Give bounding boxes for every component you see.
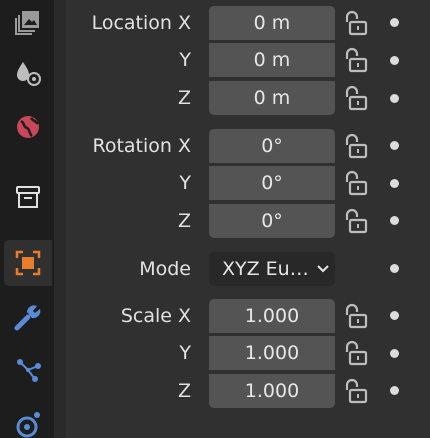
scale-z-label: Z [177, 380, 191, 402]
tab-particles[interactable] [4, 346, 52, 392]
tab-physics[interactable] [4, 400, 52, 438]
rotation-z-keyframe-dot[interactable] [390, 216, 399, 225]
scale-y-field[interactable]: 1.000 [209, 336, 335, 370]
rotation-y-field[interactable]: 0° [209, 166, 335, 200]
object-transform-icon [15, 250, 41, 276]
properties-editor: Location X 0 m Y 0 m Z 0 m Rotation X 0°… [0, 0, 430, 438]
location-x-keyframe-dot[interactable] [390, 18, 399, 27]
world-material-icon [17, 62, 41, 86]
scale-x-lock-icon[interactable] [341, 302, 369, 330]
scale-x-label: Scale X [120, 305, 191, 327]
location-x-field[interactable]: 0 m [209, 6, 335, 40]
scale-y-label: Y [179, 342, 191, 364]
tab-collection[interactable] [4, 174, 52, 220]
location-z-lock-icon[interactable] [341, 84, 369, 112]
scale-y-lock-icon[interactable] [341, 339, 369, 367]
rotation-z-label: Z [177, 210, 191, 232]
rotation-mode-dropdown[interactable]: XYZ Eu… [209, 252, 335, 286]
rotation-y-lock-icon[interactable] [341, 169, 369, 197]
scale-z-field[interactable]: 1.000 [209, 374, 335, 408]
scale-y-keyframe-dot[interactable] [390, 349, 399, 358]
tab-world[interactable] [4, 104, 52, 150]
location-y-keyframe-dot[interactable] [390, 56, 399, 65]
chevron-down-icon [317, 265, 329, 273]
modifier-wrench-icon [14, 305, 41, 331]
rotation-y-keyframe-dot[interactable] [390, 179, 399, 188]
scale-x-keyframe-dot[interactable] [390, 311, 399, 320]
render-layers-icon [15, 11, 39, 35]
scene-world-icon [17, 116, 40, 138]
rotation-z-field[interactable]: 0° [209, 204, 335, 238]
location-y-label: Y [179, 49, 191, 71]
location-y-lock-icon[interactable] [341, 46, 369, 74]
tab-scene[interactable] [4, 50, 52, 96]
scale-z-lock-icon[interactable] [341, 377, 369, 405]
particles-icon [17, 359, 41, 382]
rotation-x-lock-icon[interactable] [341, 132, 369, 160]
rotation-x-field[interactable]: 0° [209, 129, 335, 163]
scale-z-keyframe-dot[interactable] [390, 386, 399, 395]
rotation-z-lock-icon[interactable] [341, 207, 369, 235]
location-z-label: Z [177, 87, 191, 109]
location-x-label: Location X [91, 12, 191, 34]
scale-x-field[interactable]: 1.000 [209, 299, 335, 333]
rotation-y-label: Y [179, 172, 191, 194]
rotation-x-keyframe-dot[interactable] [390, 141, 399, 150]
properties-tab-bar [0, 0, 54, 438]
physics-icon [16, 412, 40, 438]
tab-object[interactable] [4, 240, 52, 286]
rotation-mode-label: Mode [139, 258, 191, 280]
location-x-lock-icon[interactable] [341, 9, 369, 37]
location-z-keyframe-dot[interactable] [390, 94, 399, 103]
tab-modifiers[interactable] [4, 294, 52, 340]
rotation-mode-value: XYZ Eu… [222, 258, 309, 280]
location-z-field[interactable]: 0 m [209, 81, 335, 115]
rotation-x-label: Rotation X [92, 135, 191, 157]
rotation-mode-keyframe-dot[interactable] [390, 264, 399, 273]
collection-box-icon [16, 186, 40, 208]
tab-view-layer[interactable] [4, 0, 52, 46]
location-y-field[interactable]: 0 m [209, 43, 335, 77]
sidebar-divider [54, 0, 66, 438]
